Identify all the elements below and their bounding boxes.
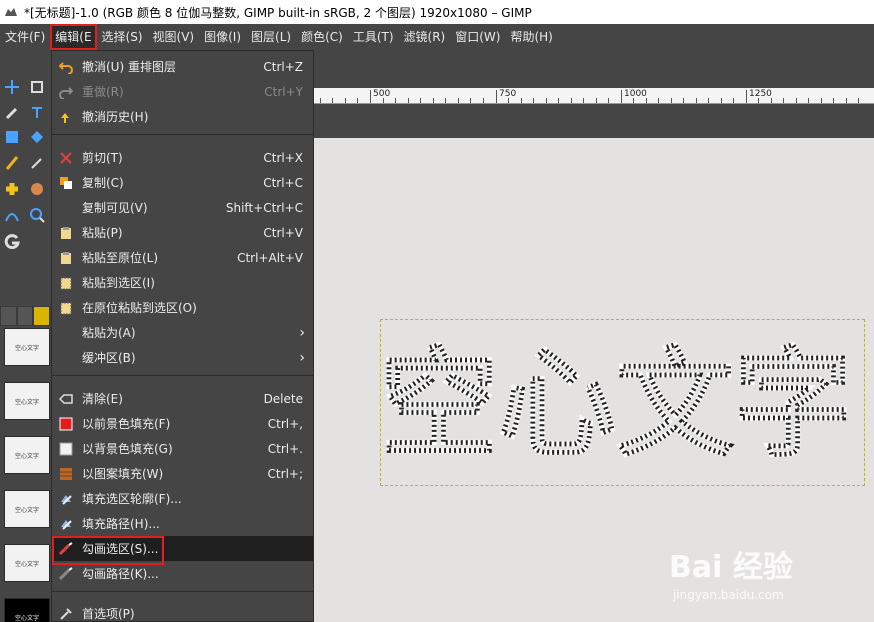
menu-item-paste[interactable]: 粘贴(P) Ctrl+V [52, 220, 313, 245]
paste-icon [58, 225, 74, 241]
layer-thumbnails: 空心文字 空心文字 空心文字 空心文字 空心文字 空心文字 [4, 328, 50, 622]
redo-icon [58, 84, 74, 100]
toolbox: 空心文字 空心文字 空心文字 空心文字 空心文字 空心文字 [0, 50, 50, 622]
thumbnail[interactable]: 空心文字 [4, 328, 50, 366]
watermark: Bai 经验 jingyan.baidu.com [669, 542, 869, 612]
fill-selection-outline-icon [58, 491, 74, 507]
menu-separator [52, 134, 313, 135]
menu-item-bg-fill[interactable]: 以背景色填充(G) Ctrl+. [52, 436, 313, 461]
dock-tabs [0, 306, 50, 326]
menu-item-fg-fill[interactable]: 以前景色填充(F) Ctrl+, [52, 411, 313, 436]
menu-help[interactable]: 帮助(H) [505, 24, 557, 50]
text-tool-icon[interactable] [28, 104, 46, 122]
menu-item-pattern-fill[interactable]: 以图案填充(W) Ctrl+; [52, 461, 313, 486]
menu-file[interactable]: 文件(F) [0, 24, 50, 50]
cut-icon [58, 150, 74, 166]
hollow-text-ants: 空心文字 [380, 335, 852, 473]
image-canvas[interactable]: 空心文字 空心文字 Bai 经验 jingyan.baidu.com [314, 138, 874, 622]
menu-item-redo[interactable]: 重做(R) Ctrl+Y [52, 79, 313, 104]
menu-item-stroke-selection[interactable]: 勾画选区(S)... [52, 536, 313, 565]
menu-separator [52, 591, 313, 592]
menu-item-fill-selection-outline[interactable]: 填充选区轮廓(F)... [52, 486, 313, 511]
menu-item-fill-path[interactable]: 填充路径(H)... [52, 511, 313, 536]
menu-image[interactable]: 图像(I) [199, 24, 246, 50]
dock-tab-brushes[interactable] [1, 307, 16, 325]
menu-item-copy[interactable]: 复制(C) Ctrl+C [52, 170, 313, 195]
menu-colors[interactable]: 颜色(C) [296, 24, 348, 50]
paste-into-icon [58, 275, 74, 291]
horizontal-ruler: 500 750 1000 1250 [314, 88, 874, 104]
watermark-url: jingyan.baidu.com [673, 588, 784, 602]
window-title: *[无标题]-1.0 (RGB 颜色 8 位伽马整数, GIMP built-i… [24, 5, 532, 20]
title-bar: *[无标题]-1.0 (RGB 颜色 8 位伽马整数, GIMP built-i… [0, 0, 874, 24]
menu-item-buffer[interactable]: 缓冲区(B) › [52, 345, 313, 370]
smudge-tool-icon[interactable] [28, 154, 46, 172]
paste-into-in-place-icon [58, 300, 74, 316]
move-tool-icon[interactable] [3, 78, 21, 96]
menu-bar: 文件(F) 编辑(E 选择(S) 视图(V) 图像(I) 图层(L) 颜色(C)… [0, 24, 874, 50]
menu-view[interactable]: 视图(V) [148, 24, 200, 50]
menu-filters[interactable]: 滤镜(R) [399, 24, 451, 50]
chevron-right-icon: › [299, 349, 305, 366]
transform-tool-icon[interactable] [28, 128, 46, 146]
undo-history-icon [58, 109, 74, 125]
menu-item-paste-into[interactable]: 粘贴到选区(I) [52, 270, 313, 295]
ruler-label: 1000 [624, 89, 647, 99]
undo-icon [58, 59, 74, 75]
thumbnail[interactable]: 空心文字 [4, 544, 50, 582]
edit-menu-dropdown: 撤消(U) 重排图层 Ctrl+Z 重做(R) Ctrl+Y 撤消历史(H) 剪… [51, 50, 314, 622]
menu-edit[interactable]: 编辑(E [50, 24, 97, 50]
crop-tool-icon[interactable] [28, 78, 46, 96]
watermark-logo: Bai 经验 [669, 550, 793, 585]
menu-item-stroke-path[interactable]: 勾画路径(K)... [52, 561, 313, 586]
stroke-selection-icon [58, 541, 74, 557]
heal-tool-icon[interactable] [3, 180, 21, 198]
paste-in-place-icon [58, 250, 74, 266]
canvas-tab-strip [314, 104, 874, 138]
ruler-label: 1250 [749, 89, 772, 99]
thumbnail[interactable]: 空心文字 [4, 382, 50, 420]
grid-tool-icon[interactable] [3, 128, 21, 146]
thumbnail[interactable]: 空心文字 [4, 598, 50, 622]
canvas-header [314, 50, 874, 88]
menu-item-undo[interactable]: 撤消(U) 重排图层 Ctrl+Z [52, 54, 313, 79]
gegl-tool-icon[interactable] [3, 232, 21, 250]
menu-item-undo-history[interactable]: 撤消历史(H) [52, 104, 313, 129]
pen-tool-icon[interactable] [3, 104, 21, 122]
menu-item-paste-in-place[interactable]: 粘贴至原位(L) Ctrl+Alt+V [52, 245, 313, 270]
chevron-right-icon: › [299, 324, 305, 341]
fg-fill-icon [58, 416, 74, 432]
menu-item-cut[interactable]: 剪切(T) Ctrl+X [52, 145, 313, 170]
menu-separator [52, 375, 313, 376]
menu-item-paste-as[interactable]: 粘贴为(A) › [52, 320, 313, 345]
bg-fill-icon [58, 441, 74, 457]
menu-item-paste-into-in-place[interactable]: 在原位粘贴到选区(O) [52, 295, 313, 320]
dock-tab-undo[interactable] [34, 307, 50, 325]
menu-select[interactable]: 选择(S) [97, 24, 148, 50]
thumbnail[interactable]: 空心文字 [4, 490, 50, 528]
menu-windows[interactable]: 窗口(W) [450, 24, 505, 50]
menu-item-copy-visible[interactable]: 复制可见(V) Shift+Ctrl+C [52, 195, 313, 220]
clone-tool-icon[interactable] [28, 180, 46, 198]
ruler-label: 500 [373, 89, 391, 99]
menu-tools[interactable]: 工具(T) [348, 24, 399, 50]
gimp-app-icon [4, 6, 18, 18]
stroke-path-icon [58, 566, 74, 582]
zoom-tool-icon[interactable] [28, 206, 46, 224]
hollow-text: 空心文字 空心文字 [380, 334, 853, 473]
thumbnail[interactable]: 空心文字 [4, 436, 50, 474]
menu-item-preferences[interactable]: 首选项(P) [52, 601, 313, 622]
pattern-fill-icon [58, 466, 74, 482]
fill-path-icon [58, 516, 74, 532]
menu-item-clear[interactable]: 清除(E) Delete [52, 386, 313, 411]
dock-tab-patterns[interactable] [17, 307, 33, 325]
preferences-icon [58, 606, 74, 622]
pencil-tool-icon[interactable] [3, 154, 21, 172]
paths-tool-icon[interactable] [3, 206, 21, 224]
copy-icon [58, 175, 74, 191]
clear-icon [58, 391, 74, 407]
menu-layer[interactable]: 图层(L) [246, 24, 296, 50]
